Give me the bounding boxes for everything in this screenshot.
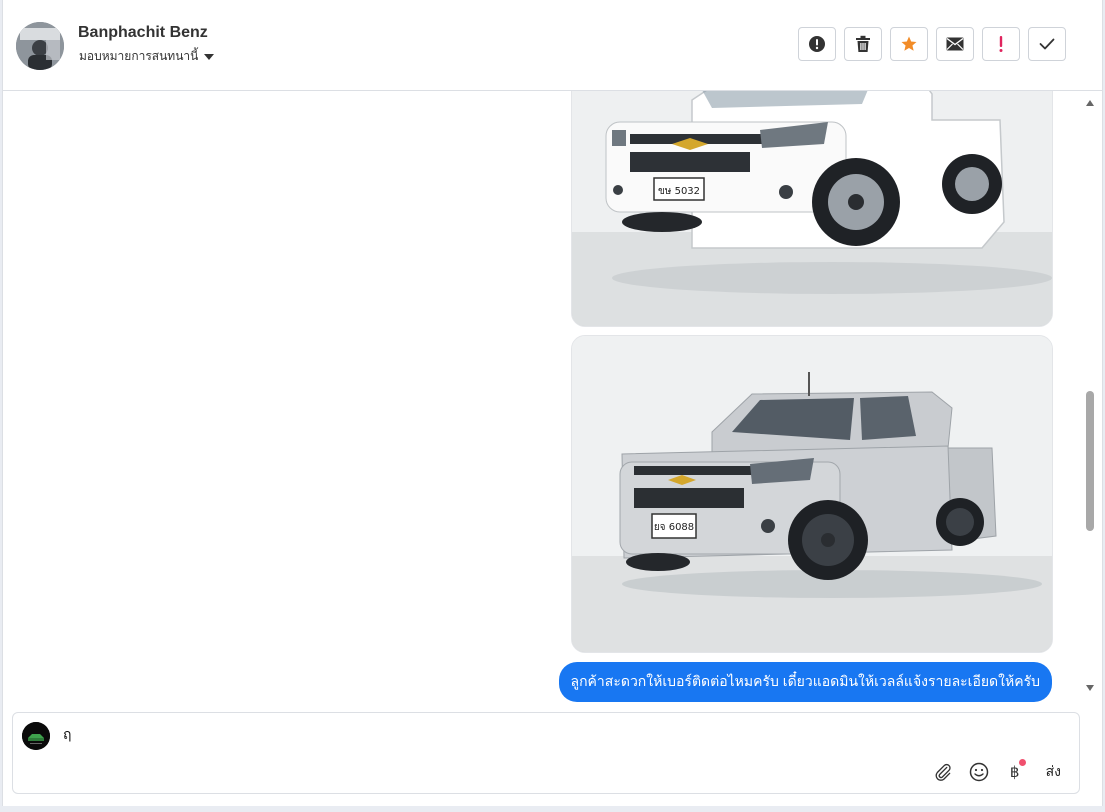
contact-name: Banphachit Benz: [78, 24, 208, 41]
page-avatar: [22, 722, 50, 750]
send-button[interactable]: ส่ง: [1046, 761, 1061, 783]
pickup-truck-photo: ขษ 5032: [572, 91, 1052, 326]
caret-down-icon: [204, 54, 215, 60]
scrollbar-thumb[interactable]: [1086, 391, 1094, 531]
message-input[interactable]: [63, 727, 863, 743]
scroll-up-arrow-icon[interactable]: [1086, 100, 1094, 106]
message-photo[interactable]: ยจ 6088: [571, 335, 1053, 653]
message-list[interactable]: ขษ 5032 ยจ 6088 ลูกค้าสะดวกให้เบอร์ติดต่…: [3, 91, 1102, 708]
check-icon: [1039, 38, 1055, 50]
baht-icon: ฿: [1009, 764, 1020, 781]
scroll-down-arrow-icon[interactable]: [1086, 685, 1094, 691]
header-actions: [798, 27, 1066, 61]
notification-dot: [1018, 759, 1026, 766]
message-composer: ฿ ส่ง: [12, 712, 1080, 794]
license-plate-1: ขษ 5032: [658, 186, 700, 197]
message-list-scrollbar[interactable]: [1085, 91, 1095, 701]
emoji-icon: [969, 762, 988, 782]
mark-unread-button[interactable]: [936, 27, 974, 61]
star-button[interactable]: [890, 27, 928, 61]
contact-avatar[interactable]: [16, 22, 64, 70]
license-plate-2: ยจ 6088: [654, 522, 694, 533]
mark-done-button[interactable]: [1028, 27, 1066, 61]
emoji-button[interactable]: [968, 761, 990, 783]
important-icon: [999, 36, 1003, 52]
paperclip-icon: [935, 763, 951, 781]
outgoing-message-bubble[interactable]: ลูกค้าสะดวกให้เบอร์ติดต่อไหมครับ เดี๋ยวแ…: [558, 662, 1052, 702]
alert-icon: [809, 36, 825, 52]
message-photo[interactable]: ขษ 5032: [571, 91, 1053, 327]
trash-icon: [856, 35, 870, 52]
star-icon: [901, 36, 917, 51]
pickup-truck-photo: ยจ 6088: [572, 336, 1052, 652]
mark-alert-button[interactable]: [798, 27, 836, 61]
mark-important-button[interactable]: [982, 27, 1020, 61]
mail-icon: [946, 37, 964, 51]
assign-conversation-label: มอบหมายการสนทนานี้: [79, 49, 199, 63]
composer-tools: ฿ ส่ง: [932, 759, 1061, 783]
assign-conversation-dropdown[interactable]: มอบหมายการสนทนานี้: [79, 47, 215, 66]
conversation-header: Banphachit Benz มอบหมายการสนทนานี้: [3, 0, 1102, 91]
payment-button[interactable]: ฿: [1004, 759, 1026, 783]
delete-button[interactable]: [844, 27, 882, 61]
conversation-window: Banphachit Benz มอบหมายการสนทนานี้ ขษ 50…: [2, 0, 1103, 806]
attach-file-button[interactable]: [932, 761, 954, 783]
